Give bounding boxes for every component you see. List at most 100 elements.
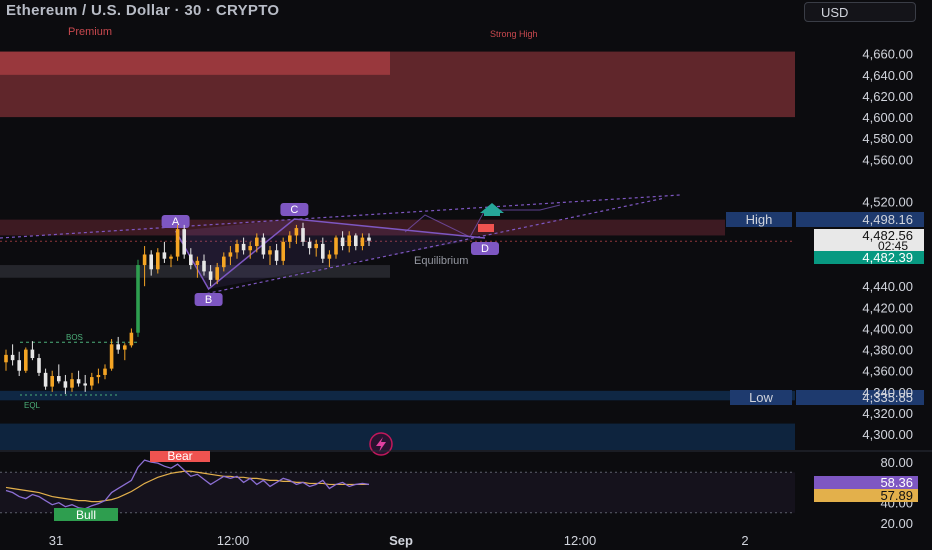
- candle: [175, 224, 180, 261]
- candle-body: [215, 267, 219, 280]
- candle: [4, 349, 8, 371]
- time-tick-label: Sep: [389, 533, 413, 548]
- time-tick-label: 2: [741, 533, 748, 548]
- price-tick-label: 4,580.00: [862, 131, 913, 146]
- candle-body: [307, 241, 312, 249]
- price-tick-label: 4,640.00: [862, 68, 913, 83]
- candle-body: [334, 237, 338, 255]
- candle-body: [162, 252, 167, 259]
- price-tick-label: 4,620.00: [862, 89, 913, 104]
- candle: [30, 341, 35, 361]
- candle: [43, 368, 48, 390]
- bid-price-value: 4,482.39: [862, 250, 913, 265]
- price-tick-label: 4,340.00: [862, 385, 913, 400]
- candle-body: [149, 254, 153, 270]
- rsi-tick-label: 20.00: [880, 516, 913, 531]
- candle-body: [255, 237, 259, 247]
- time-tick-label: 12:00: [217, 533, 250, 548]
- rsi-pane: BearBull80.0040.0020.0058.3657.89: [0, 449, 932, 531]
- candle-body: [156, 252, 160, 270]
- candle: [24, 347, 28, 373]
- candle-body: [90, 377, 94, 386]
- candle: [70, 372, 74, 392]
- candle: [57, 364, 61, 384]
- candle-body: [70, 379, 74, 388]
- candle-body: [228, 252, 233, 257]
- candle-body: [314, 243, 318, 249]
- candle-body: [83, 383, 87, 386]
- price-tick-label: 4,380.00: [862, 343, 913, 358]
- currency-button[interactable]: USD: [804, 2, 916, 22]
- candle-body: [50, 376, 54, 387]
- candle-body: [24, 349, 28, 371]
- candle-body: [17, 360, 21, 371]
- candle-body: [103, 368, 107, 375]
- candle: [37, 353, 41, 377]
- symbol-title: Ethereum / U.S. Dollar · 30 · CRYPTO: [6, 2, 280, 19]
- candle: [136, 259, 140, 337]
- candle: [17, 351, 21, 377]
- low-name: Low: [749, 390, 773, 405]
- candle: [10, 344, 15, 366]
- pattern-point-a: A: [172, 216, 180, 228]
- candle: [116, 336, 120, 354]
- price-tick-label: 4,440.00: [862, 279, 913, 294]
- premium-zone: [0, 51, 795, 118]
- candle-body: [301, 228, 305, 242]
- pattern-point-c: C: [290, 204, 298, 216]
- price-tick-label: 4,660.00: [862, 47, 913, 62]
- candle: [83, 374, 87, 392]
- candle: [162, 241, 167, 263]
- candle: [123, 343, 127, 361]
- candle: [109, 339, 114, 371]
- bear-label: Bear: [167, 449, 192, 463]
- premium-zone-label: Premium: [68, 26, 112, 38]
- candle-body: [76, 379, 81, 384]
- price-chart[interactable]: Premium Strong High Equilibrium BOS EQL A B C D…: [0, 0, 932, 550]
- candle-body: [175, 229, 180, 257]
- target-up-arrow: [480, 203, 504, 213]
- eql-label: EQL: [24, 401, 41, 410]
- candle-body: [123, 345, 127, 350]
- price-tick-label: 4,300.00: [862, 427, 913, 442]
- stop-down-box: [478, 224, 494, 232]
- equilibrium-label: Equilibrium: [414, 255, 468, 267]
- candle-body: [294, 228, 299, 236]
- candle-body: [354, 235, 358, 247]
- candle-body: [109, 344, 114, 369]
- candle-body: [208, 271, 213, 280]
- candle-body: [43, 372, 48, 387]
- candle-body: [321, 243, 325, 259]
- candle: [50, 370, 54, 392]
- candle-body: [142, 254, 147, 266]
- candle-body: [281, 241, 285, 261]
- candle: [103, 364, 107, 380]
- candle: [76, 370, 81, 387]
- demand-zone-lower: [0, 423, 795, 450]
- pattern-point-b: B: [205, 294, 212, 306]
- rsi-ma-value: 57.89: [880, 488, 913, 503]
- high-name: High: [746, 212, 773, 227]
- candle: [182, 224, 186, 259]
- candle-body: [235, 243, 239, 253]
- time-tick-label: 12:00: [564, 533, 597, 548]
- price-tick-label: 4,400.00: [862, 321, 913, 336]
- candle-body: [347, 235, 351, 247]
- high-value: 4,498.16: [862, 212, 913, 227]
- candle-body: [222, 256, 226, 268]
- candle-body: [248, 246, 252, 251]
- bull-label: Bull: [76, 508, 96, 522]
- demand-zone: [0, 390, 795, 401]
- strong-high-label: Strong High: [490, 29, 538, 39]
- bos-label: BOS: [66, 333, 83, 342]
- candle-body: [169, 256, 173, 259]
- candle-body: [202, 260, 206, 272]
- candle-body: [116, 344, 120, 350]
- candle-body: [360, 237, 365, 247]
- candle-body: [57, 376, 61, 382]
- pattern-point-d: D: [481, 243, 489, 255]
- candle-body: [195, 260, 200, 266]
- candle-body: [30, 349, 35, 359]
- price-tick-label: 4,600.00: [862, 110, 913, 125]
- candle-body: [261, 237, 266, 255]
